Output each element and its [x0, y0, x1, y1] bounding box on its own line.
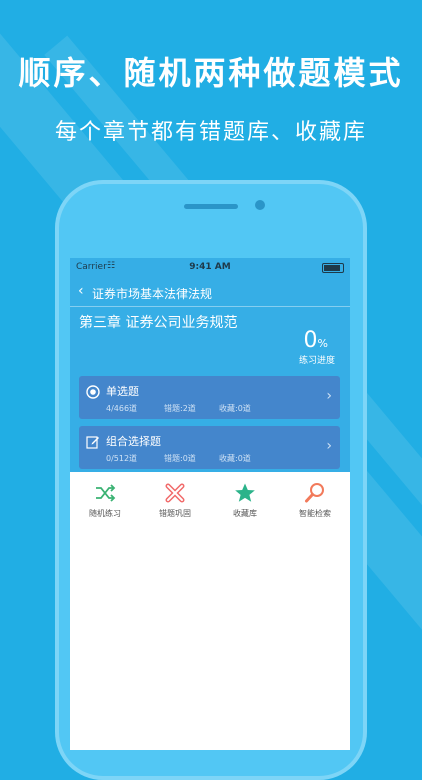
- question-progress: 0/512道: [106, 454, 138, 463]
- tab-smart-search[interactable]: 智能检索: [280, 482, 350, 519]
- shuffle-icon: [96, 484, 116, 502]
- tab-label: 智能检索: [299, 509, 331, 518]
- cross-icon: [165, 483, 185, 503]
- nav-divider: [70, 306, 350, 307]
- phone-earpiece: [184, 204, 238, 209]
- question-wrong-count: 错题:2道: [164, 404, 196, 413]
- question-favorite-count: 收藏:0道: [219, 404, 251, 413]
- question-type-name: 组合选择题: [106, 435, 161, 448]
- tab-label: 错题巩固: [159, 509, 191, 518]
- star-icon: [235, 483, 255, 502]
- question-wrong-count: 错题:0道: [164, 454, 196, 463]
- nav-title[interactable]: 证券市场基本法律法规: [92, 285, 212, 302]
- status-time: 9:41 AM: [189, 262, 231, 272]
- chevron-right-icon: ›: [326, 388, 332, 404]
- progress-value: 0: [303, 328, 318, 353]
- question-type-name: 单选题: [106, 385, 139, 398]
- chapter-title: 第三章 证券公司业务规范: [79, 315, 238, 331]
- question-type-card-combined[interactable]: 组合选择题 0/512道 错题:0道 收藏:0道 ›: [79, 426, 340, 469]
- radio-target-icon: [86, 385, 100, 399]
- question-type-card-single[interactable]: 单选题 4/466道 错题:2道 收藏:0道 ›: [79, 376, 340, 419]
- promo-subheadline: 每个章节都有错题库、收藏库: [54, 120, 367, 145]
- tab-favorites[interactable]: 收藏库: [210, 482, 280, 519]
- chevron-right-icon: ›: [326, 438, 332, 454]
- chevron-left-icon[interactable]: ‹: [78, 283, 84, 299]
- tab-label: 收藏库: [233, 509, 257, 518]
- app-screen: Carrier ☷ 9:41 AM ‹ 证券市场基本法律法规 第三章 证券公司业…: [70, 258, 350, 750]
- progress-label: 练习进度: [298, 356, 335, 366]
- phone-camera: [255, 200, 265, 210]
- tab-bar: 随机练习 错题巩固 收藏库 智能检索: [70, 474, 350, 524]
- progress-percent: 0%: [304, 328, 328, 353]
- question-favorite-count: 收藏:0道: [219, 454, 251, 463]
- battery-icon: [322, 263, 344, 273]
- tab-label: 随机练习: [89, 509, 121, 518]
- question-progress: 4/466道: [106, 404, 138, 413]
- app-header-area: Carrier ☷ 9:41 AM ‹ 证券市场基本法律法规 第三章 证券公司业…: [70, 258, 350, 472]
- tab-wrong-questions[interactable]: 错题巩固: [140, 482, 210, 519]
- progress-unit: %: [317, 337, 328, 350]
- nav-bar: ‹ 证券市场基本法律法规: [70, 280, 350, 304]
- promo-headline: 顺序、随机两种做题模式: [18, 54, 404, 92]
- search-icon: [305, 483, 324, 503]
- edit-icon: [86, 436, 99, 449]
- tab-random-practice[interactable]: 随机练习: [70, 482, 140, 519]
- status-bar: Carrier ☷ 9:41 AM: [70, 258, 350, 276]
